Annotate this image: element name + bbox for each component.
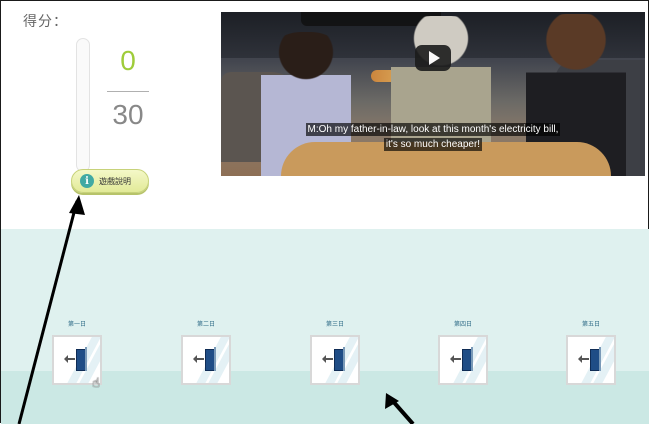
annotation-arrows xyxy=(17,195,415,424)
annotation-arrowhead-left xyxy=(69,195,85,215)
annotation-arrow-left xyxy=(17,200,79,424)
